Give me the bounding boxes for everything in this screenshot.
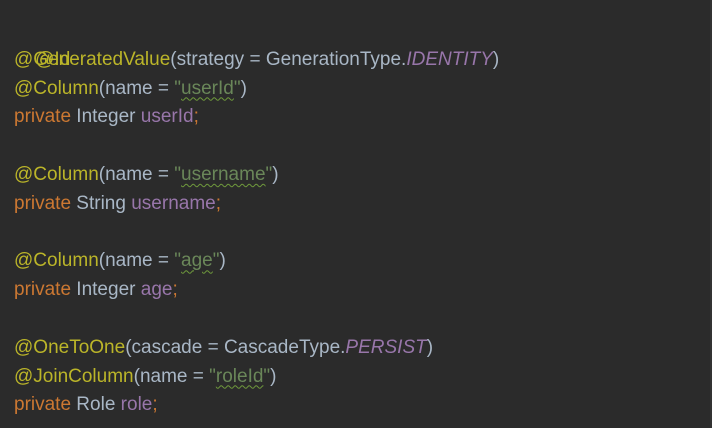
annotation-generated-value: @GeneratedValue — [14, 48, 171, 70]
annotation-one-to-one: @OneToOne — [14, 336, 126, 358]
code-editor[interactable]: @Id @GeneratedValue(strategy = Generatio… — [0, 0, 712, 428]
string-value: age — [181, 250, 213, 272]
keyword-private: private — [14, 279, 72, 301]
keyword-private: private — [14, 192, 72, 214]
paren-close: ) — [219, 250, 226, 272]
field-name: userId — [140, 106, 194, 128]
param-name: name — [105, 163, 153, 185]
param-name: name — [105, 77, 153, 99]
code-line: @OneToOne(cascade = CascadeType.PERSIST) — [14, 334, 712, 363]
quote-open: " — [209, 365, 216, 387]
code-line: private Integer userId; — [14, 103, 712, 132]
enum-constant: IDENTITY — [406, 48, 493, 70]
code-line: @Column(name = "username") — [14, 161, 712, 190]
equals: = — [152, 250, 175, 272]
param-name: name — [105, 250, 153, 272]
annotation-join-column: @JoinColumn — [14, 365, 134, 387]
code-line: @Column(name = "userId") — [14, 75, 712, 104]
type-name: Role — [71, 394, 121, 416]
equals: = — [244, 48, 266, 70]
field-name: role — [120, 394, 153, 416]
paren-close: ) — [270, 365, 277, 387]
semicolon: ; — [172, 279, 178, 301]
equals: = — [202, 336, 224, 358]
type-name: Integer — [71, 106, 141, 128]
enum-constant: PERSIST — [345, 336, 427, 358]
field-name: username — [131, 192, 216, 214]
param-name: name — [139, 365, 188, 387]
keyword-private: private — [14, 394, 72, 416]
type-name: String — [71, 192, 132, 214]
paren-close: ) — [272, 163, 279, 185]
enum-type: GenerationType. — [265, 48, 407, 70]
code-line: @Id — [14, 17, 712, 70]
paren-close: ) — [240, 77, 247, 99]
annotation-column: @Column — [14, 250, 99, 272]
annotation-column: @Column — [14, 77, 99, 99]
keyword-private: private — [14, 106, 72, 128]
code-line: private Role role; — [14, 391, 712, 420]
equals: = — [187, 365, 210, 387]
string-value: userId — [181, 77, 234, 99]
quote-close: " — [233, 77, 241, 99]
code-line: private String username; — [14, 190, 712, 219]
string-value: roleId — [215, 365, 264, 387]
paren-close: ) — [492, 48, 500, 70]
equals: = — [152, 77, 175, 99]
string-value: username — [181, 163, 266, 185]
param-cascade: cascade — [131, 336, 203, 358]
equals: = — [152, 163, 175, 185]
annotation-column: @Column — [14, 163, 99, 185]
code-line: @JoinColumn(name = "roleId") — [14, 363, 712, 392]
code-line: private Integer age; — [14, 276, 712, 305]
field-name: age — [140, 279, 173, 301]
enum-type: CascadeType. — [223, 336, 346, 358]
code-line: @Column(name = "age") — [14, 247, 712, 276]
semicolon: ; — [152, 394, 158, 416]
param-strategy: strategy — [176, 48, 245, 70]
code-line: @GeneratedValue(strategy = GenerationTyp… — [14, 46, 712, 75]
paren-close: ) — [426, 336, 434, 358]
semicolon: ; — [215, 192, 222, 214]
type-name: Integer — [71, 279, 141, 301]
semicolon: ; — [193, 106, 199, 128]
